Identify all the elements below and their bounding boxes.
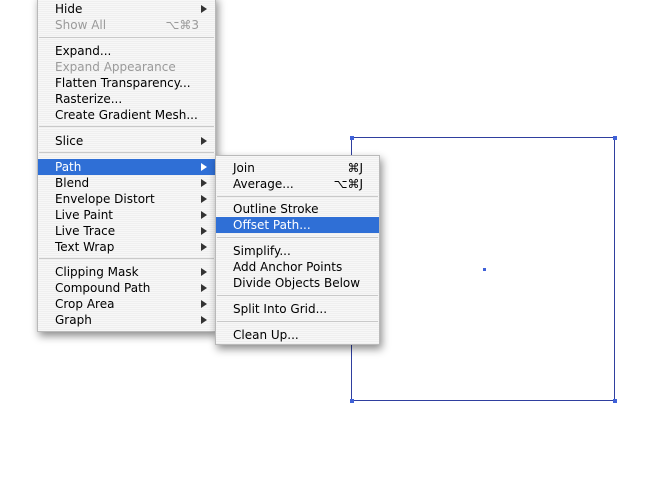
anchor-point-top-left[interactable] bbox=[349, 135, 354, 140]
submenu-arrow-icon bbox=[201, 284, 207, 292]
menu-item-label: Live Trace bbox=[55, 224, 116, 238]
menu-item-shortcut: ⌥⌘J bbox=[333, 177, 363, 191]
menu-item-label: Add Anchor Points bbox=[233, 260, 343, 274]
menu-item-path[interactable]: Path bbox=[38, 159, 215, 175]
menu-item-label: Split Into Grid... bbox=[233, 302, 328, 316]
menu-item-hide[interactable]: Hide bbox=[38, 1, 215, 17]
menu-separator bbox=[217, 295, 378, 296]
menu-item-envelope-distort[interactable]: Envelope Distort bbox=[38, 191, 215, 207]
menu-item-label: Outline Stroke bbox=[233, 202, 319, 216]
submenu-item-divide-objects-below[interactable]: Divide Objects Below bbox=[216, 275, 379, 291]
submenu-item-offset-path[interactable]: Offset Path... bbox=[216, 217, 379, 233]
submenu-arrow-icon bbox=[201, 243, 207, 251]
anchor-point-bottom-right[interactable] bbox=[612, 398, 617, 403]
menu-separator bbox=[217, 196, 378, 197]
menu-item-label: Hide bbox=[55, 2, 83, 16]
menu-item-rasterize[interactable]: Rasterize... bbox=[38, 91, 215, 107]
menu-separator bbox=[39, 152, 214, 153]
menu-item-label: Live Paint bbox=[55, 208, 114, 222]
menu-item-label: Flatten Transparency... bbox=[55, 76, 191, 90]
menu-item-label: Rasterize... bbox=[55, 92, 123, 106]
menu-item-label: Slice bbox=[55, 134, 84, 148]
menu-item-compound-path[interactable]: Compound Path bbox=[38, 280, 215, 296]
menu-item-label: Clipping Mask bbox=[55, 265, 139, 279]
menu-separator bbox=[39, 258, 214, 259]
submenu-arrow-icon bbox=[201, 300, 207, 308]
menu-item-graph[interactable]: Graph bbox=[38, 312, 215, 328]
menu-item-label: Path bbox=[55, 160, 82, 174]
submenu-item-split-into-grid[interactable]: Split Into Grid... bbox=[216, 301, 379, 317]
menu-item-live-trace[interactable]: Live Trace bbox=[38, 223, 215, 239]
menu-item-label: Simplify... bbox=[233, 244, 291, 258]
menu-item-create-gradient-mesh[interactable]: Create Gradient Mesh... bbox=[38, 107, 215, 123]
submenu-arrow-icon bbox=[201, 316, 207, 324]
menu-item-label: Clean Up... bbox=[233, 328, 299, 342]
submenu-arrow-icon bbox=[201, 268, 207, 276]
menu-item-shortcut: ⌘J bbox=[347, 161, 363, 175]
menu-separator bbox=[39, 37, 214, 38]
menu-item-label: Crop Area bbox=[55, 297, 115, 311]
submenu-arrow-icon bbox=[201, 179, 207, 187]
menu-separator bbox=[217, 237, 378, 238]
menu-item-label: Graph bbox=[55, 313, 92, 327]
object-menu: Hide Show All ⌥⌘3 Expand... Expand Appea… bbox=[37, 0, 216, 332]
menu-item-label: Expand Appearance bbox=[55, 60, 176, 74]
menu-item-label: Envelope Distort bbox=[55, 192, 155, 206]
submenu-arrow-icon bbox=[201, 195, 207, 203]
menu-item-show-all[interactable]: Show All ⌥⌘3 bbox=[38, 17, 215, 33]
menu-item-label: Offset Path... bbox=[233, 218, 311, 232]
submenu-arrow-icon bbox=[201, 211, 207, 219]
submenu-item-outline-stroke[interactable]: Outline Stroke bbox=[216, 201, 379, 217]
menu-item-label: Expand... bbox=[55, 44, 112, 58]
menu-item-blend[interactable]: Blend bbox=[38, 175, 215, 191]
submenu-item-simplify[interactable]: Simplify... bbox=[216, 243, 379, 259]
submenu-item-join[interactable]: Join ⌘J bbox=[216, 160, 379, 176]
path-submenu: Join ⌘J Average... ⌥⌘J Outline Stroke Of… bbox=[215, 155, 380, 345]
menu-item-shortcut: ⌥⌘3 bbox=[165, 18, 199, 32]
selected-rectangle[interactable] bbox=[349, 135, 617, 403]
menu-item-label: Blend bbox=[55, 176, 90, 190]
submenu-item-clean-up[interactable]: Clean Up... bbox=[216, 327, 379, 343]
menu-item-flatten-transparency[interactable]: Flatten Transparency... bbox=[38, 75, 215, 91]
menu-item-label: Join bbox=[233, 161, 255, 175]
submenu-arrow-icon bbox=[201, 227, 207, 235]
submenu-item-average[interactable]: Average... ⌥⌘J bbox=[216, 176, 379, 192]
menu-item-text-wrap[interactable]: Text Wrap bbox=[38, 239, 215, 255]
menu-item-slice[interactable]: Slice bbox=[38, 133, 215, 149]
anchor-point-bottom-left[interactable] bbox=[349, 398, 354, 403]
menu-item-expand-appearance[interactable]: Expand Appearance bbox=[38, 59, 215, 75]
submenu-arrow-icon bbox=[201, 163, 207, 171]
center-point bbox=[483, 268, 486, 271]
submenu-arrow-icon bbox=[201, 5, 207, 13]
menu-item-expand[interactable]: Expand... bbox=[38, 43, 215, 59]
menu-item-live-paint[interactable]: Live Paint bbox=[38, 207, 215, 223]
menu-item-label: Divide Objects Below bbox=[233, 276, 361, 290]
menu-separator bbox=[39, 126, 214, 127]
menu-separator bbox=[217, 321, 378, 322]
menu-item-label: Compound Path bbox=[55, 281, 151, 295]
menu-item-label: Show All bbox=[55, 18, 107, 32]
menu-item-label: Create Gradient Mesh... bbox=[55, 108, 198, 122]
anchor-point-top-right[interactable] bbox=[612, 135, 617, 140]
menu-item-label: Text Wrap bbox=[55, 240, 115, 254]
submenu-item-add-anchor-points[interactable]: Add Anchor Points bbox=[216, 259, 379, 275]
menu-item-clipping-mask[interactable]: Clipping Mask bbox=[38, 264, 215, 280]
submenu-arrow-icon bbox=[201, 137, 207, 145]
menu-item-label: Average... bbox=[233, 177, 294, 191]
menu-item-crop-area[interactable]: Crop Area bbox=[38, 296, 215, 312]
